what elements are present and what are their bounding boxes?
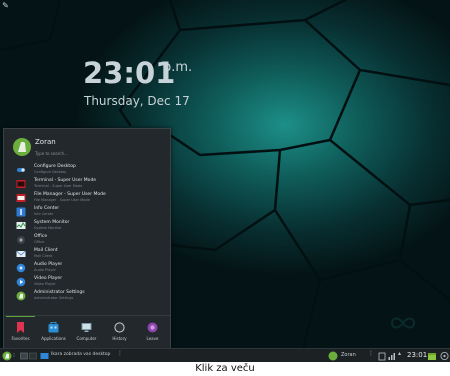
application-launcher: Zoran Configure Desktop Configure Deskto…	[3, 128, 171, 350]
file-manager-icon	[16, 194, 26, 202]
clock-date: Thursday, Dec 17	[84, 94, 190, 108]
launcher-menu-icon[interactable]	[2, 351, 12, 361]
search-input[interactable]	[35, 149, 155, 157]
favorite-mail-client[interactable]: Mail Client Mail Client	[4, 247, 170, 261]
tab-computer[interactable]: Computer	[70, 316, 103, 350]
favorite-terminal-su[interactable]: Terminal - Super User Mode Terminal - Su…	[4, 177, 170, 191]
user-name: Zoran	[35, 138, 56, 146]
favorite-system-monitor[interactable]: System Monitor System Monitor	[4, 219, 170, 233]
panel-settings-icon[interactable]	[440, 351, 449, 361]
tab-history[interactable]: History	[103, 316, 136, 350]
favorite-configure-desktop[interactable]: Configure Desktop Configure Desktop	[4, 163, 170, 177]
task-desktop-icon	[40, 353, 49, 359]
tray-expand-icon[interactable]: ▴	[398, 350, 401, 360]
tab-leave[interactable]: Leave	[136, 316, 169, 350]
favorites-list: Configure Desktop Configure Desktop Term…	[4, 163, 170, 303]
tray-more-icon[interactable]: ⋮	[368, 350, 374, 360]
tray-clock[interactable]: 23:01	[407, 351, 427, 359]
task-manager-entry[interactable]: Ikara zobrada vas desktop	[51, 352, 110, 362]
tray-network-icon[interactable]	[388, 351, 396, 361]
favorite-file-manager-su[interactable]: File Manager - Super User Mode File Mana…	[4, 191, 170, 205]
office-icon	[17, 236, 25, 244]
desktop[interactable]: ✎ 23:01 p.m. Thursday, Dec 17 Zoran Conf…	[0, 0, 450, 362]
tray-clipboard-icon[interactable]	[378, 351, 386, 361]
favorite-office[interactable]: Office Office	[4, 233, 170, 247]
pager-desktop-2-icon[interactable]	[29, 351, 37, 361]
task-more-icon[interactable]: ⋮	[117, 350, 123, 360]
applications-icon	[48, 322, 59, 333]
clock-ampm: p.m.	[163, 60, 193, 75]
audio-icon	[16, 263, 26, 273]
clock-time: 23:01	[83, 56, 176, 90]
bookmark-icon	[17, 322, 24, 333]
infinity-logo-icon	[390, 317, 416, 329]
tray-package-icon[interactable]	[427, 351, 437, 361]
computer-icon	[81, 323, 92, 332]
tab-applications[interactable]: Applications	[37, 316, 70, 350]
video-icon	[16, 277, 26, 287]
admin-icon	[16, 291, 26, 301]
desktop-toolbox-icon[interactable]: ✎	[1, 1, 10, 10]
favorite-video-player[interactable]: Video Player Video Player	[4, 275, 170, 289]
bottom-panel: ⁝ Ikara zobrada vas desktop ⋮ Zoran ⋮ ▴ …	[0, 348, 450, 362]
tab-favorites[interactable]: Favorites	[4, 316, 37, 350]
image-caption[interactable]: Klik za veču	[0, 362, 450, 376]
leave-icon	[147, 322, 158, 333]
settings-toggle-icon	[17, 168, 25, 172]
history-icon	[114, 322, 125, 333]
launcher-tab-bar: Favorites Applications Computer History …	[4, 315, 170, 350]
info-icon	[16, 207, 26, 217]
system-monitor-icon	[16, 222, 26, 229]
favorite-admin-settings[interactable]: Administrator Settings Administrator Set…	[4, 289, 170, 303]
favorite-info-center[interactable]: Info Center Info Center	[4, 205, 170, 219]
user-avatar-icon[interactable]	[12, 137, 32, 157]
pager-desktop-1-icon[interactable]	[20, 351, 28, 361]
terminal-icon	[16, 180, 26, 188]
tray-user-name: Zoran	[341, 352, 356, 358]
digital-clock-widget: 23:01 p.m. Thursday, Dec 17	[83, 56, 192, 108]
mail-icon	[16, 250, 26, 257]
favorite-audio-player[interactable]: Audio Player Audio Player	[4, 261, 170, 275]
tray-user-icon[interactable]	[328, 351, 338, 361]
